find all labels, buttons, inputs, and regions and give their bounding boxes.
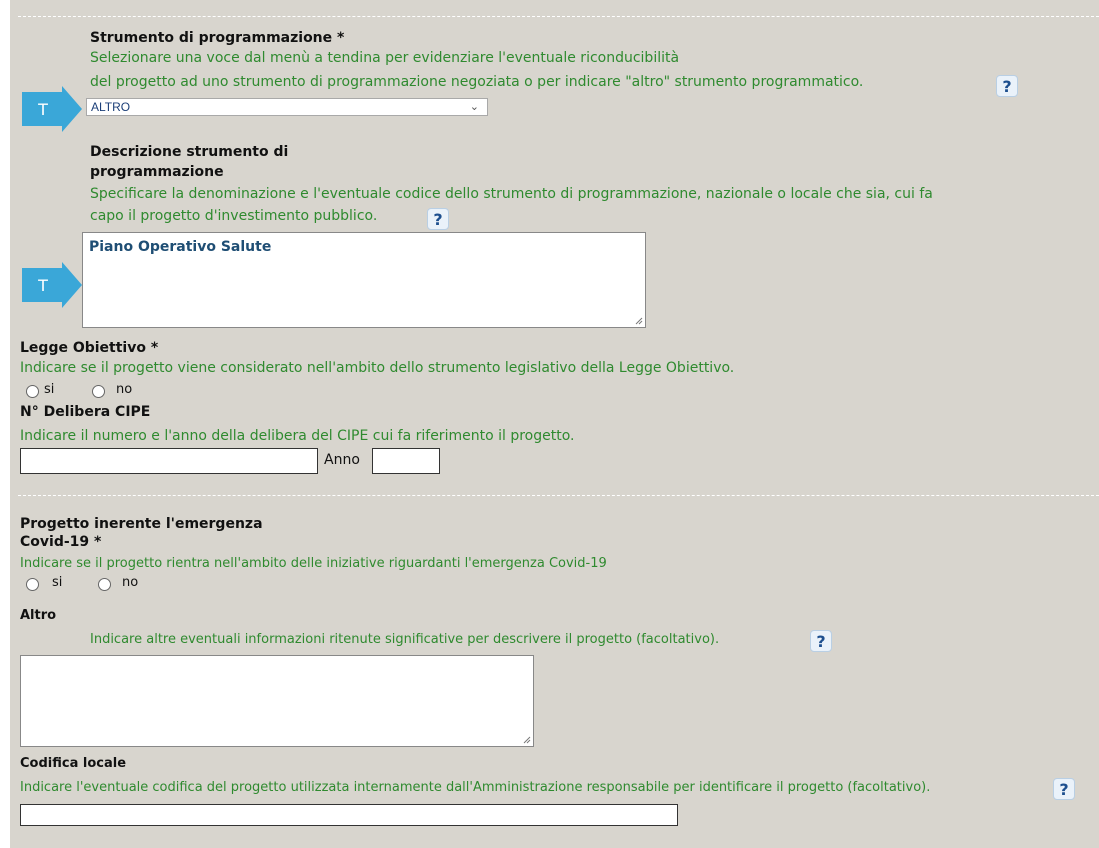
legge-radio-no-label: no <box>116 382 133 397</box>
descrizione-help-icon[interactable]: ? <box>427 208 449 230</box>
altro-hint: Indicare altre eventuali informazioni ri… <box>90 632 720 647</box>
covid-label-line2: Covid-19 * <box>20 534 102 550</box>
descrizione-hint-line1: Specificare la denominazione e l'eventua… <box>90 186 933 202</box>
covid-radio-no[interactable] <box>98 578 111 591</box>
chevron-down-icon: ⌄ <box>469 101 479 113</box>
covid-label-line1: Progetto inerente l'emergenza <box>20 516 263 532</box>
covid-radio-no-label: no <box>122 575 139 590</box>
strumento-label: Strumento di programmazione * <box>90 30 345 46</box>
delibera-anno-input[interactable] <box>372 448 440 474</box>
help-glyph: ? <box>816 631 826 651</box>
strumento-hint-line1: Selezionare una voce dal menù a tendina … <box>90 50 680 66</box>
altro-textarea[interactable] <box>20 655 534 747</box>
covid-radio-si-label: si <box>52 575 63 590</box>
resize-grip-icon[interactable] <box>635 317 643 325</box>
resize-grip-icon[interactable] <box>523 736 531 744</box>
descrizione-label-line1: Descrizione strumento di <box>90 144 289 160</box>
help-glyph: ? <box>433 209 443 229</box>
tutorial-arrow-icon: T <box>22 262 82 308</box>
tutorial-marker-label: T <box>38 275 48 295</box>
delibera-numero-input[interactable] <box>20 448 318 474</box>
codifica-help-icon[interactable]: ? <box>1053 778 1075 800</box>
legge-hint: Indicare se il progetto viene considerat… <box>20 360 735 376</box>
left-margin <box>0 0 10 848</box>
descrizione-hint-line2: capo il progetto d'investimento pubblico… <box>90 208 378 224</box>
altro-help-icon[interactable]: ? <box>810 630 832 652</box>
codifica-input[interactable] <box>20 804 678 826</box>
legge-label: Legge Obiettivo * <box>20 340 159 356</box>
covid-hint: Indicare se il progetto rientra nell'amb… <box>20 556 607 571</box>
descrizione-value: Piano Operativo Salute <box>89 239 272 255</box>
legge-radio-no[interactable] <box>92 385 105 398</box>
help-glyph: ? <box>1059 779 1069 799</box>
help-glyph: ? <box>1002 76 1012 96</box>
section-divider <box>18 16 1099 17</box>
legge-radio-si[interactable] <box>26 385 39 398</box>
strumento-hint-line2: del progetto ad uno strumento di program… <box>90 74 864 90</box>
altro-label: Altro <box>20 608 57 623</box>
strumento-selected-value: ALTRO <box>91 100 131 114</box>
delibera-label: N° Delibera CIPE <box>20 404 151 420</box>
strumento-select[interactable]: ALTRO ⌄ <box>86 98 488 116</box>
descrizione-label-line2: programmazione <box>90 164 224 180</box>
section-divider <box>18 495 1099 496</box>
tutorial-arrow-icon: T <box>22 86 82 132</box>
codifica-label: Codifica locale <box>20 756 127 771</box>
tutorial-marker-label: T <box>38 99 48 119</box>
anno-label: Anno <box>324 452 360 468</box>
delibera-hint: Indicare il numero e l'anno della delibe… <box>20 428 575 444</box>
descrizione-textarea[interactable]: Piano Operativo Salute <box>82 232 646 328</box>
covid-radio-si[interactable] <box>26 578 39 591</box>
strumento-help-icon[interactable]: ? <box>996 75 1018 97</box>
codifica-hint: Indicare l'eventuale codifica del proget… <box>20 780 931 795</box>
legge-radio-si-label: si <box>44 382 55 397</box>
